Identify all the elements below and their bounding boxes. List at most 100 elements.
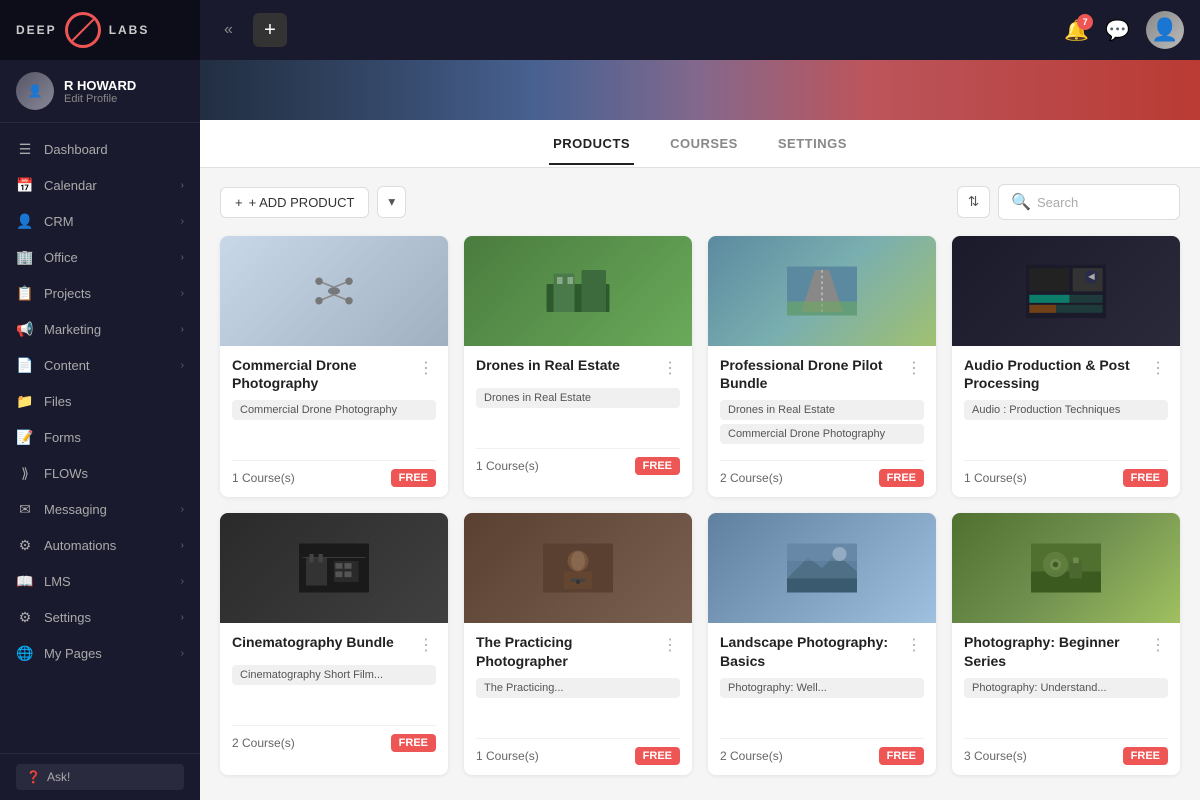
products-area: + + ADD PRODUCT ▾ ⇅ 🔍	[200, 168, 1200, 791]
card-menu-button[interactable]: ⋮	[904, 633, 924, 657]
card-menu-button[interactable]: ⋮	[660, 356, 680, 380]
sidebar-item-mypages[interactable]: 🌐 My Pages ›	[0, 635, 200, 671]
tag: Commercial Drone Photography	[232, 400, 436, 420]
sidebar-item-projects[interactable]: 📋 Projects ›	[0, 275, 200, 311]
user-edit-link[interactable]: Edit Profile	[64, 93, 184, 105]
app-name-part1: DEEP	[16, 23, 57, 37]
courses-count: 1 Course(s)	[476, 749, 539, 763]
collapse-button[interactable]: «	[216, 17, 241, 43]
notification-button[interactable]: 🔔 7	[1064, 18, 1089, 43]
sidebar-item-forms[interactable]: 📝 Forms	[0, 419, 200, 455]
app-logo	[65, 12, 101, 48]
sidebar-item-settings[interactable]: ⚙ Settings ›	[0, 599, 200, 635]
sidebar-footer: ❓ Ask!	[0, 753, 200, 800]
product-title: Professional Drone Pilot Bundle	[720, 356, 904, 392]
sidebar-label-settings: Settings	[44, 610, 91, 625]
tag: Photography: Well...	[720, 678, 924, 698]
files-icon: 📁	[16, 392, 34, 410]
chevron-right-icon: ›	[181, 504, 184, 515]
sidebar-item-dashboard[interactable]: ☰ Dashboard	[0, 131, 200, 167]
filter-icon: ⇅	[968, 194, 979, 210]
product-card-landscape: Landscape Photography: Basics ⋮ Photogra…	[708, 513, 936, 774]
messaging-icon: ✉	[16, 500, 34, 518]
tab-settings[interactable]: SETTINGS	[774, 122, 851, 165]
tab-products[interactable]: PRODUCTS	[549, 122, 634, 165]
mypages-icon: 🌐	[16, 644, 34, 662]
product-title: Drones in Real Estate	[476, 356, 660, 374]
card-tags: Drones in Real Estate Commercial Drone P…	[720, 400, 924, 450]
card-menu-button[interactable]: ⋮	[1148, 633, 1168, 657]
tab-courses[interactable]: COURSES	[666, 122, 742, 165]
sidebar-item-flows[interactable]: ⟫ FLOWs	[0, 455, 200, 491]
dropdown-button[interactable]: ▾	[377, 186, 406, 218]
card-menu-button[interactable]: ⋮	[416, 633, 436, 657]
sidebar-label-marketing: Marketing	[44, 322, 101, 337]
card-menu-button[interactable]: ⋮	[660, 633, 680, 657]
card-header: The Practicing Photographer ⋮	[476, 633, 680, 669]
add-button[interactable]: +	[253, 13, 287, 47]
card-body: The Practicing Photographer ⋮ The Practi…	[464, 623, 692, 774]
card-footer: 1 Course(s) FREE	[964, 460, 1168, 487]
card-footer: 3 Course(s) FREE	[964, 738, 1168, 765]
sidebar-label-content: Content	[44, 358, 90, 373]
search-input[interactable]	[1037, 195, 1167, 210]
free-badge: FREE	[1123, 747, 1168, 765]
sidebar-item-office[interactable]: 🏢 Office ›	[0, 239, 200, 275]
sidebar-item-crm[interactable]: 👤 CRM ›	[0, 203, 200, 239]
office-icon: 🏢	[16, 248, 34, 266]
sidebar-label-files: Files	[44, 394, 71, 409]
product-image-photographer	[464, 513, 692, 623]
sidebar-label-calendar: Calendar	[44, 178, 97, 193]
tag: The Practicing...	[476, 678, 680, 698]
card-tags: Photography: Understand...	[964, 678, 1168, 728]
card-footer: 1 Course(s) FREE	[232, 460, 436, 487]
sidebar: DEEP LABS 👤 R HOWARD Edit Profile ☰ Dash…	[0, 0, 200, 800]
topbar-right: 🔔 7 💬 👤	[1064, 11, 1184, 49]
sidebar-item-marketing[interactable]: 📢 Marketing ›	[0, 311, 200, 347]
sidebar-item-lms[interactable]: 📖 LMS ›	[0, 563, 200, 599]
sidebar-item-automations[interactable]: ⚙ Automations ›	[0, 527, 200, 563]
sidebar-label-messaging: Messaging	[44, 502, 107, 517]
messages-button[interactable]: 💬	[1105, 18, 1130, 43]
product-title: Commercial Drone Photography	[232, 356, 416, 392]
automations-icon: ⚙	[16, 536, 34, 554]
tag: Drones in Real Estate	[720, 400, 924, 420]
free-badge: FREE	[635, 457, 680, 475]
card-header: Cinematography Bundle ⋮	[232, 633, 436, 657]
ask-button[interactable]: ❓ Ask!	[16, 764, 184, 790]
product-card-beginner-series: Photography: Beginner Series ⋮ Photograp…	[952, 513, 1180, 774]
hero-banner	[200, 60, 1200, 120]
chevron-right-icon: ›	[181, 216, 184, 227]
chevron-right-icon: ›	[181, 360, 184, 371]
sidebar-label-projects: Projects	[44, 286, 91, 301]
profile-avatar[interactable]: 👤	[1146, 11, 1184, 49]
free-badge: FREE	[1123, 469, 1168, 487]
card-header: Audio Production & Post Processing ⋮	[964, 356, 1168, 392]
products-toolbar: + + ADD PRODUCT ▾ ⇅ 🔍	[220, 184, 1180, 220]
avatar: 👤	[16, 72, 54, 110]
product-image-cinematography	[220, 513, 448, 623]
courses-count: 2 Course(s)	[720, 471, 783, 485]
free-badge: FREE	[635, 747, 680, 765]
product-image-video	[952, 236, 1180, 346]
sidebar-item-content[interactable]: 📄 Content ›	[0, 347, 200, 383]
sidebar-item-files[interactable]: 📁 Files	[0, 383, 200, 419]
lms-icon: 📖	[16, 572, 34, 590]
filter-button[interactable]: ⇅	[957, 186, 990, 218]
sidebar-item-messaging[interactable]: ✉ Messaging ›	[0, 491, 200, 527]
dashboard-icon: ☰	[16, 140, 34, 158]
card-menu-button[interactable]: ⋮	[904, 356, 924, 380]
chevron-right-icon: ›	[181, 252, 184, 263]
sidebar-item-calendar[interactable]: 📅 Calendar ›	[0, 167, 200, 203]
product-card-practicing-photographer: The Practicing Photographer ⋮ The Practi…	[464, 513, 692, 774]
add-product-button[interactable]: + + ADD PRODUCT	[220, 187, 369, 218]
courses-count: 1 Course(s)	[232, 471, 295, 485]
card-menu-button[interactable]: ⋮	[416, 356, 436, 380]
free-badge: FREE	[879, 469, 924, 487]
search-icon: 🔍	[1011, 192, 1031, 212]
product-title: Photography: Beginner Series	[964, 633, 1148, 669]
card-menu-button[interactable]: ⋮	[1148, 356, 1168, 380]
flows-icon: ⟫	[16, 464, 34, 482]
sidebar-nav: ☰ Dashboard 📅 Calendar › 👤 CRM › 🏢 Offic…	[0, 123, 200, 753]
courses-count: 1 Course(s)	[476, 459, 539, 473]
